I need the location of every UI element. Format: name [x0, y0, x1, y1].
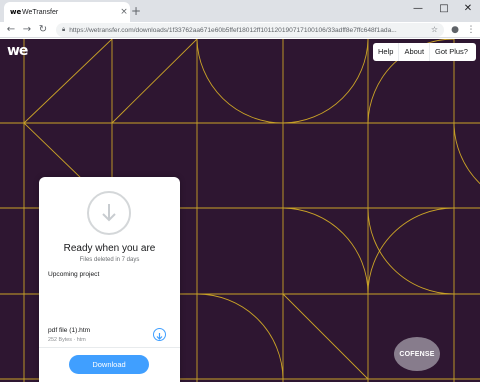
account-icon[interactable]: ● [448, 22, 462, 38]
wetransfer-favicon-icon: we [10, 8, 22, 16]
download-arrow-icon [87, 191, 131, 235]
new-tab-button[interactable]: + [130, 3, 142, 19]
top-menu: Help About Got Plus? [373, 43, 476, 61]
file-meta: 252 Bytes · htm [48, 337, 86, 343]
card-subtitle: Files deleted in 7 days [79, 257, 140, 263]
browser-tab[interactable]: we WeTransfer × [4, 2, 130, 22]
back-icon[interactable]: ← [4, 22, 18, 38]
tab-title: WeTransfer [22, 8, 59, 16]
cofense-text: COFENSE [399, 350, 435, 358]
help-link[interactable]: Help [373, 43, 400, 61]
project-title: Upcoming project [48, 271, 100, 278]
card-divider [39, 347, 180, 348]
reload-icon[interactable]: ↻ [36, 22, 50, 38]
cofense-watermark: COFENSE [394, 337, 440, 371]
lock-icon: 🔒︎ [62, 26, 66, 33]
about-link[interactable]: About [399, 43, 431, 61]
minimize-button[interactable]: — [406, 1, 430, 17]
tab-close-icon[interactable]: × [118, 7, 130, 17]
window-close-button[interactable]: ✕ [456, 1, 480, 17]
file-name: pdf file (1).htm [48, 327, 91, 334]
download-button[interactable]: Download [69, 355, 149, 374]
forward-icon[interactable]: → [20, 22, 34, 38]
url-text: https://wetransfer.com/downloads/1f33762… [69, 26, 397, 34]
browser-tab-bar: we WeTransfer × + — □ ✕ [0, 0, 480, 22]
browser-toolbar: ← → ↻ 🔒︎ https://wetransfer.com/download… [0, 22, 480, 38]
file-row[interactable]: pdf file (1).htm 252 Bytes · htm [39, 327, 180, 349]
wetransfer-page: we Help About Got Plus? Ready when you a… [0, 39, 480, 382]
wetransfer-logo[interactable]: we [7, 43, 28, 59]
kebab-menu-icon[interactable]: ⋮ [464, 22, 478, 38]
download-card: Ready when you are Files deleted in 7 da… [39, 177, 180, 382]
file-download-icon[interactable] [153, 328, 166, 341]
card-title: Ready when you are [63, 243, 156, 254]
star-icon[interactable]: ☆ [431, 23, 438, 37]
got-plus-link[interactable]: Got Plus? [430, 43, 473, 61]
maximize-button[interactable]: □ [432, 1, 456, 17]
address-bar[interactable]: 🔒︎ https://wetransfer.com/downloads/1f33… [56, 23, 444, 37]
